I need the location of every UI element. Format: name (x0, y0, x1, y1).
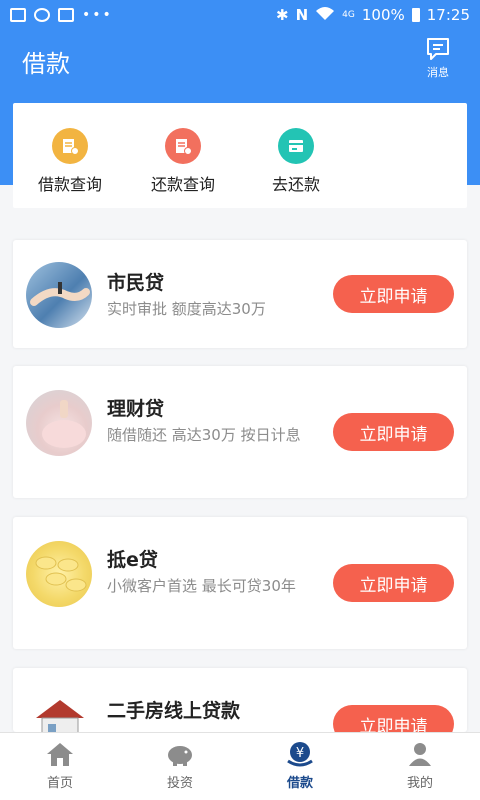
user-icon (409, 743, 431, 766)
quick-action-repay[interactable]: 去还款 (241, 128, 351, 195)
house-photo (26, 692, 92, 732)
loan-name: 抵e贷 (107, 549, 158, 571)
wifi-icon (315, 6, 335, 24)
loan-desc: 随借随还 高达30万 按日计息 (107, 426, 301, 444)
loan-desc: 小微客户首选 最长可贷30年 (107, 577, 296, 595)
loan-query-icon (52, 128, 88, 164)
battery-percent: 100% (361, 6, 405, 24)
loan-card-shimin[interactable]: 市民贷 实时审批 额度高达30万 立即申请 (13, 240, 467, 348)
tab-loan[interactable]: ¥ 借款 (240, 733, 360, 800)
apply-button[interactable]: 立即申请 (333, 705, 454, 732)
handshake-photo (26, 262, 92, 328)
tab-label: 投资 (166, 776, 193, 791)
quick-action-repay-query[interactable]: 还款查询 (128, 128, 238, 195)
status-time: 17:25 (426, 6, 470, 24)
loan-card-ershoufang[interactable]: 二手房线上贷款 立即申请 (13, 668, 467, 732)
loan-name: 理财贷 (107, 398, 165, 420)
loan-name: 二手房线上贷款 (107, 700, 241, 722)
piggy-bank-photo (26, 390, 92, 456)
message-label: 消息 (427, 66, 449, 79)
repay-icon (278, 128, 314, 164)
tab-mine[interactable]: 我的 (360, 733, 480, 800)
gold-coins-photo (26, 541, 92, 607)
loan-card-licai[interactable]: 理财贷 随借随还 高达30万 按日计息 立即申请 (13, 366, 467, 498)
svg-text:¥: ¥ (296, 746, 304, 761)
status-notifications: ••• (10, 7, 113, 23)
quick-action-loan-query[interactable]: 借款查询 (15, 128, 125, 195)
loan-icon: ¥ (287, 742, 313, 767)
repay-query-icon (165, 128, 201, 164)
more-notifications-icon: ••• (82, 7, 113, 23)
status-bar: ••• ✱ N 4G 100% 17:25 (0, 0, 480, 30)
tab-invest[interactable]: 投资 (120, 733, 240, 800)
quick-action-label: 还款查询 (150, 175, 215, 194)
check-notification-icon (58, 8, 74, 22)
loan-card-die[interactable]: 抵e贷 小微客户首选 最长可贷30年 立即申请 (13, 517, 467, 649)
apply-button[interactable]: 立即申请 (333, 564, 454, 602)
bottom-tab-bar: 首页 投资 ¥ 借款 我的 (0, 732, 480, 800)
page-title: 借款 (22, 50, 70, 78)
battery-icon (411, 8, 420, 22)
nfc-icon: N (295, 6, 309, 24)
apply-button[interactable]: 立即申请 (333, 413, 454, 451)
bluetooth-icon: ✱ (276, 6, 289, 24)
home-icon (47, 743, 73, 766)
loan-name: 市民贷 (107, 272, 165, 294)
tab-label: 首页 (46, 776, 73, 791)
apply-button[interactable]: 立即申请 (333, 275, 454, 313)
message-button[interactable]: 消息 (418, 36, 458, 80)
network-type: 4G (342, 10, 355, 20)
tab-home[interactable]: 首页 (0, 733, 120, 800)
piggy-icon (168, 746, 192, 766)
tab-label: 我的 (406, 776, 433, 791)
quick-action-label: 借款查询 (37, 175, 102, 194)
message-icon (427, 38, 449, 60)
quick-action-label: 去还款 (271, 175, 320, 194)
image-notification-icon (10, 8, 26, 22)
globe-notification-icon (34, 8, 50, 22)
loan-desc: 实时审批 额度高达30万 (107, 300, 266, 318)
quick-actions-card: 借款查询 还款查询 去还款 (13, 103, 467, 208)
tab-label: 借款 (286, 776, 313, 791)
